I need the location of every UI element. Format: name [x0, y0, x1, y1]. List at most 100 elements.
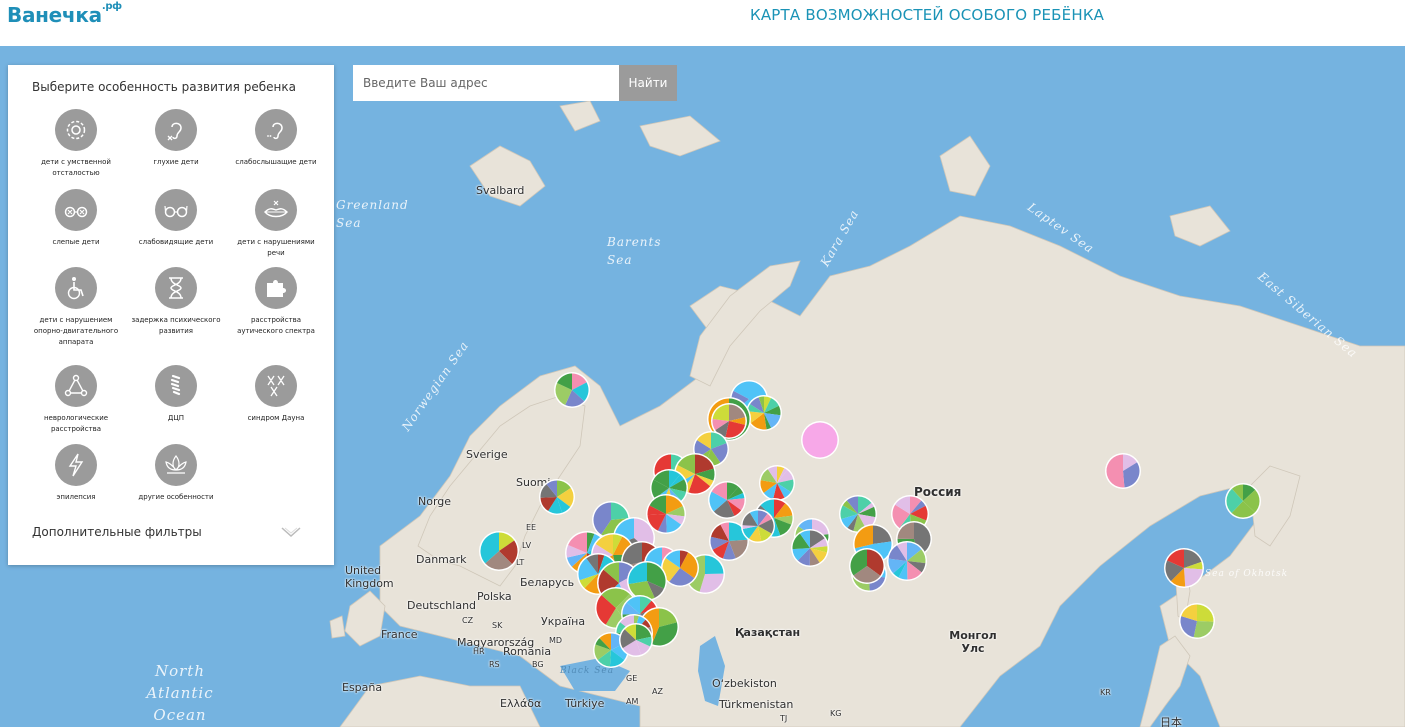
label-turkiye: Türkiye [565, 697, 605, 710]
category-label: слабовидящие дети [138, 238, 214, 246]
label-danmark: Danmark [416, 553, 467, 566]
map-cluster-marker[interactable] [800, 420, 840, 460]
lips-icon[interactable] [255, 189, 297, 231]
map-cluster-marker[interactable] [848, 547, 886, 585]
category-label: глухие дети [153, 158, 199, 166]
category-low-vision[interactable]: слабовидящие дети [128, 189, 224, 248]
marker-slice [897, 522, 914, 539]
category-label: другие особенности [138, 493, 214, 501]
label-japan: 日本 [1160, 716, 1182, 727]
marker-slice [802, 422, 838, 458]
marker-slice [705, 555, 724, 574]
label-az: AZ [652, 687, 663, 696]
category-label: эпилепсия [56, 493, 96, 501]
chromosome-icon[interactable] [255, 365, 297, 407]
label-romania: Romania [503, 645, 552, 658]
label-polska: Polska [477, 590, 512, 603]
gear-icon[interactable] [55, 109, 97, 151]
site-logo[interactable]: Ванечка.рф [7, 1, 122, 27]
label-ee: EE [526, 523, 537, 532]
lightning-icon[interactable] [55, 444, 97, 486]
category-cerebral-palsy[interactable]: ДЦП [128, 365, 224, 424]
neuron-icon[interactable] [55, 365, 97, 407]
label-cz: CZ [462, 616, 474, 625]
hourglass-icon[interactable] [155, 267, 197, 309]
label-kr: KR [1100, 688, 1111, 697]
category-blind[interactable]: слепые дети [28, 189, 124, 248]
category-label: задержка психического развития [131, 316, 221, 335]
logo-text: Ванечка [7, 3, 102, 27]
label-turkmenistan: Türkmenistan [719, 698, 794, 711]
label-ukraina: Україна [541, 615, 586, 628]
lotus-icon[interactable] [155, 444, 197, 486]
map-cluster-marker[interactable] [553, 371, 591, 409]
marker-slice [1197, 604, 1214, 622]
label-belarus: Беларусь [520, 576, 575, 589]
label-am: AM [626, 697, 639, 706]
map-cluster-marker[interactable] [538, 478, 576, 516]
label-ge: GE [626, 674, 638, 683]
category-down-syndrome[interactable]: синдром Дауна [228, 365, 324, 424]
category-intellectual[interactable]: дети с умственной отсталостью [28, 109, 124, 179]
label-sk: SK [492, 621, 503, 630]
sea-label-barents: Barents Sea [607, 235, 662, 267]
chevron-down-icon[interactable] [281, 525, 301, 543]
label-ellada: Ελλάδα [500, 697, 542, 710]
category-label: расстройства аутического спектра [237, 316, 315, 335]
category-autism[interactable]: расстройства аутического спектра [228, 267, 324, 337]
marker-slice [712, 404, 729, 421]
label-bg: BG [532, 660, 544, 669]
glasses-icon[interactable] [155, 189, 197, 231]
sea-label-okhotsk: Sea of Okhotsk [1205, 569, 1289, 579]
panel-title: Выберите особенность развития ребенка [32, 80, 296, 94]
map-cluster-marker[interactable] [1178, 602, 1216, 640]
map-cluster-marker[interactable] [1224, 482, 1262, 520]
map-cluster-marker[interactable] [618, 622, 654, 658]
extra-filters-toggle[interactable]: Дополнительные фильтры [32, 525, 202, 539]
blind-glasses-icon[interactable] [55, 189, 97, 231]
label-tj: TJ [780, 714, 788, 723]
category-label: дети с умственной отсталостью [41, 158, 111, 177]
header: Ванечка.рф КАРТА ВОЗМОЖНОСТЕЙ ОСОБОГО РЕ… [0, 0, 1405, 46]
category-speech[interactable]: дети с нарушениями речи [228, 189, 324, 259]
category-label: слабослышащие дети [235, 158, 317, 166]
puzzle-icon[interactable] [255, 267, 297, 309]
label-kg: KG [830, 709, 842, 718]
label-rs: RS [489, 660, 500, 669]
label-uzbekistan: Oʻzbekiston [712, 677, 777, 690]
label-deutschland: Deutschland [407, 599, 477, 612]
filter-panel: Выберите особенность развития ребенка де… [8, 65, 334, 565]
spine-icon[interactable] [155, 365, 197, 407]
label-france: France [381, 628, 418, 641]
search-button[interactable]: Найти [619, 65, 677, 101]
category-other[interactable]: другие особенности [128, 444, 224, 503]
category-neurological[interactable]: неврологические расстройства [28, 365, 124, 435]
marker-slice [1106, 454, 1125, 488]
map-cluster-marker[interactable] [1104, 452, 1142, 490]
category-developmental-delay[interactable]: задержка психического развития [128, 267, 224, 337]
category-label: слепые дети [52, 238, 100, 246]
wheelchair-icon[interactable] [55, 267, 97, 309]
map-cluster-marker[interactable] [478, 530, 520, 572]
category-hard-of-hearing[interactable]: слабослышащие дети [228, 109, 324, 168]
map-cluster-marker[interactable] [886, 540, 928, 582]
marker-slice [1193, 621, 1214, 638]
category-musculoskeletal[interactable]: дети с нарушением опорно-двигательного а… [28, 267, 124, 348]
label-lv: LV [522, 541, 532, 550]
label-espana: España [342, 681, 383, 694]
marker-slice [628, 562, 647, 585]
category-label: неврологические расстройства [43, 414, 109, 433]
page-title: КАРТА ВОЗМОЖНОСТЕЙ ОСОБОГО РЕБЁНКА [750, 6, 1105, 24]
map-cluster-marker[interactable] [790, 528, 830, 568]
category-label: синдром Дауна [247, 414, 305, 422]
map-cluster-marker[interactable] [740, 508, 776, 544]
category-deaf[interactable]: глухие дети [128, 109, 224, 168]
sea-label-greenland: Greenland Sea [336, 198, 409, 230]
category-label: ДЦП [167, 414, 185, 422]
address-search-input[interactable] [353, 65, 619, 101]
category-epilepsy[interactable]: эпилепсия [28, 444, 124, 503]
hearing-ear-icon[interactable] [255, 109, 297, 151]
map-cluster-marker[interactable] [1163, 547, 1205, 589]
label-norge: Norge [418, 495, 452, 508]
deaf-ear-icon[interactable] [155, 109, 197, 151]
